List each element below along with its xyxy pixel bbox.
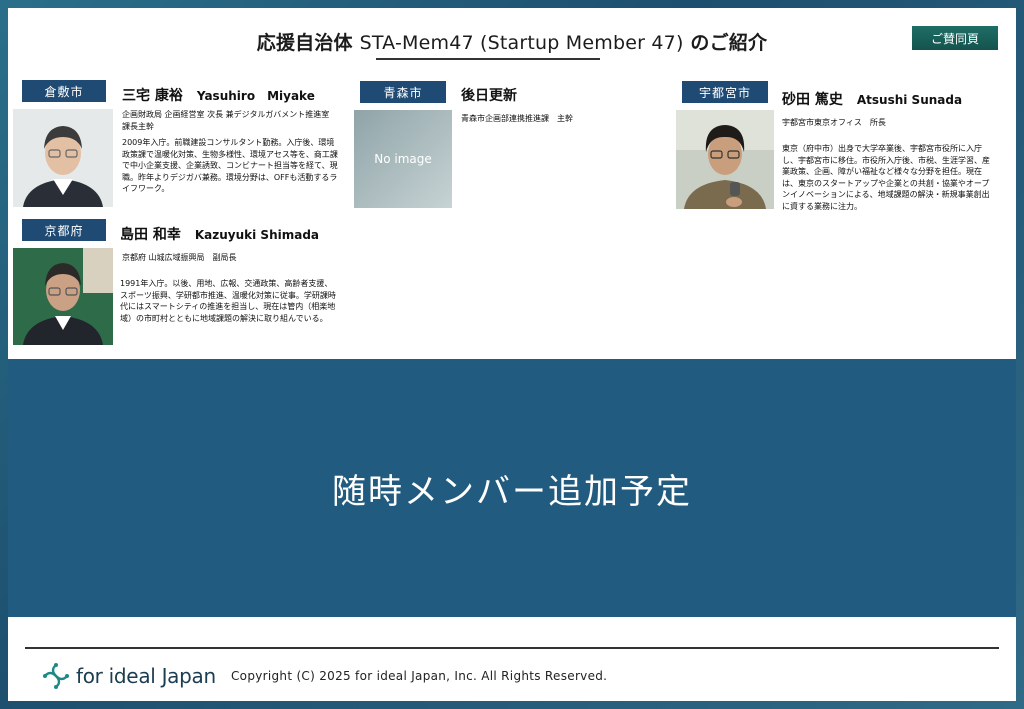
member-role: 京都府 山城広域振興局 副局長 — [122, 253, 237, 262]
member-name-en: Kazuyuki Shimada — [194, 228, 320, 242]
copyright-text: Copyright (C) 2025 for ideal Japan, Inc.… — [231, 669, 608, 683]
slide: 応援自治体 STA-Mem47 (Startup Member 47) のご紹介… — [8, 8, 1016, 701]
support-button[interactable]: ご賛同頁 — [912, 26, 998, 50]
no-image-placeholder: No image — [354, 110, 452, 208]
member-bio: 東京（府中市）出身で大学卒業後、宇都宮市役所に入庁し、宇都宮市に移住。市役所入庁… — [782, 144, 990, 211]
member-photo — [676, 110, 774, 209]
member-name: 後日更新 — [461, 85, 517, 105]
member-name-jp: 三宅 康裕 — [122, 88, 183, 104]
member-name: 島田 和幸 Kazuyuki Shimada — [120, 224, 319, 244]
company-logo: for ideal Japan — [42, 662, 216, 690]
title-jp: 応援自治体 — [256, 32, 353, 54]
city-tag: 青森市 — [360, 81, 446, 103]
title-suffix: のご紹介 — [690, 32, 768, 54]
member-name-en: Yasuhiro Miyake — [196, 89, 315, 103]
member-bio: 2009年入庁。前職建設コンサルタント勤務。入庁後、環境政策課で温暖化対策、生物… — [122, 138, 338, 193]
title-underline — [376, 58, 600, 60]
city-tag: 京都府 — [22, 219, 106, 241]
page-title: 応援自治体 STA-Mem47 (Startup Member 47) のご紹介 — [8, 28, 1016, 55]
announcement-banner: 随時メンバー追加予定 — [8, 359, 1016, 617]
city-tag: 倉敷市 — [22, 80, 106, 102]
member-name-en: Atsushi Sunada — [856, 93, 963, 107]
member-photo — [13, 248, 113, 345]
banner-text: 随時メンバー追加予定 — [332, 471, 692, 512]
logo-mark-icon — [43, 663, 69, 689]
logo-text: for ideal Japan — [76, 664, 216, 688]
member-bio: 1991年入庁。以後、用地、広報、交通政策、高齢者支援、スポーツ振興、学研都市推… — [120, 279, 336, 323]
member-role: 宇都宮市東京オフィス 所長 — [782, 118, 886, 127]
member-name: 砂田 篤史 Atsushi Sunada — [782, 89, 962, 109]
member-name-jp: 後日更新 — [461, 88, 517, 104]
member-role: 企画財政局 企画経営室 次長 兼デジタルガバメント推進室 課長主幹 — [122, 110, 330, 131]
member-name-jp: 砂田 篤史 — [782, 92, 843, 108]
city-tag: 宇都宮市 — [682, 81, 768, 103]
member-name: 三宅 康裕 Yasuhiro Miyake — [122, 85, 315, 105]
footer-divider — [25, 647, 999, 649]
member-role: 青森市企画部連携推進課 主幹 — [461, 114, 573, 123]
title-en: STA-Mem47 (Startup Member 47) — [359, 32, 684, 54]
member-photo — [13, 109, 113, 207]
member-name-jp: 島田 和幸 — [120, 227, 181, 243]
